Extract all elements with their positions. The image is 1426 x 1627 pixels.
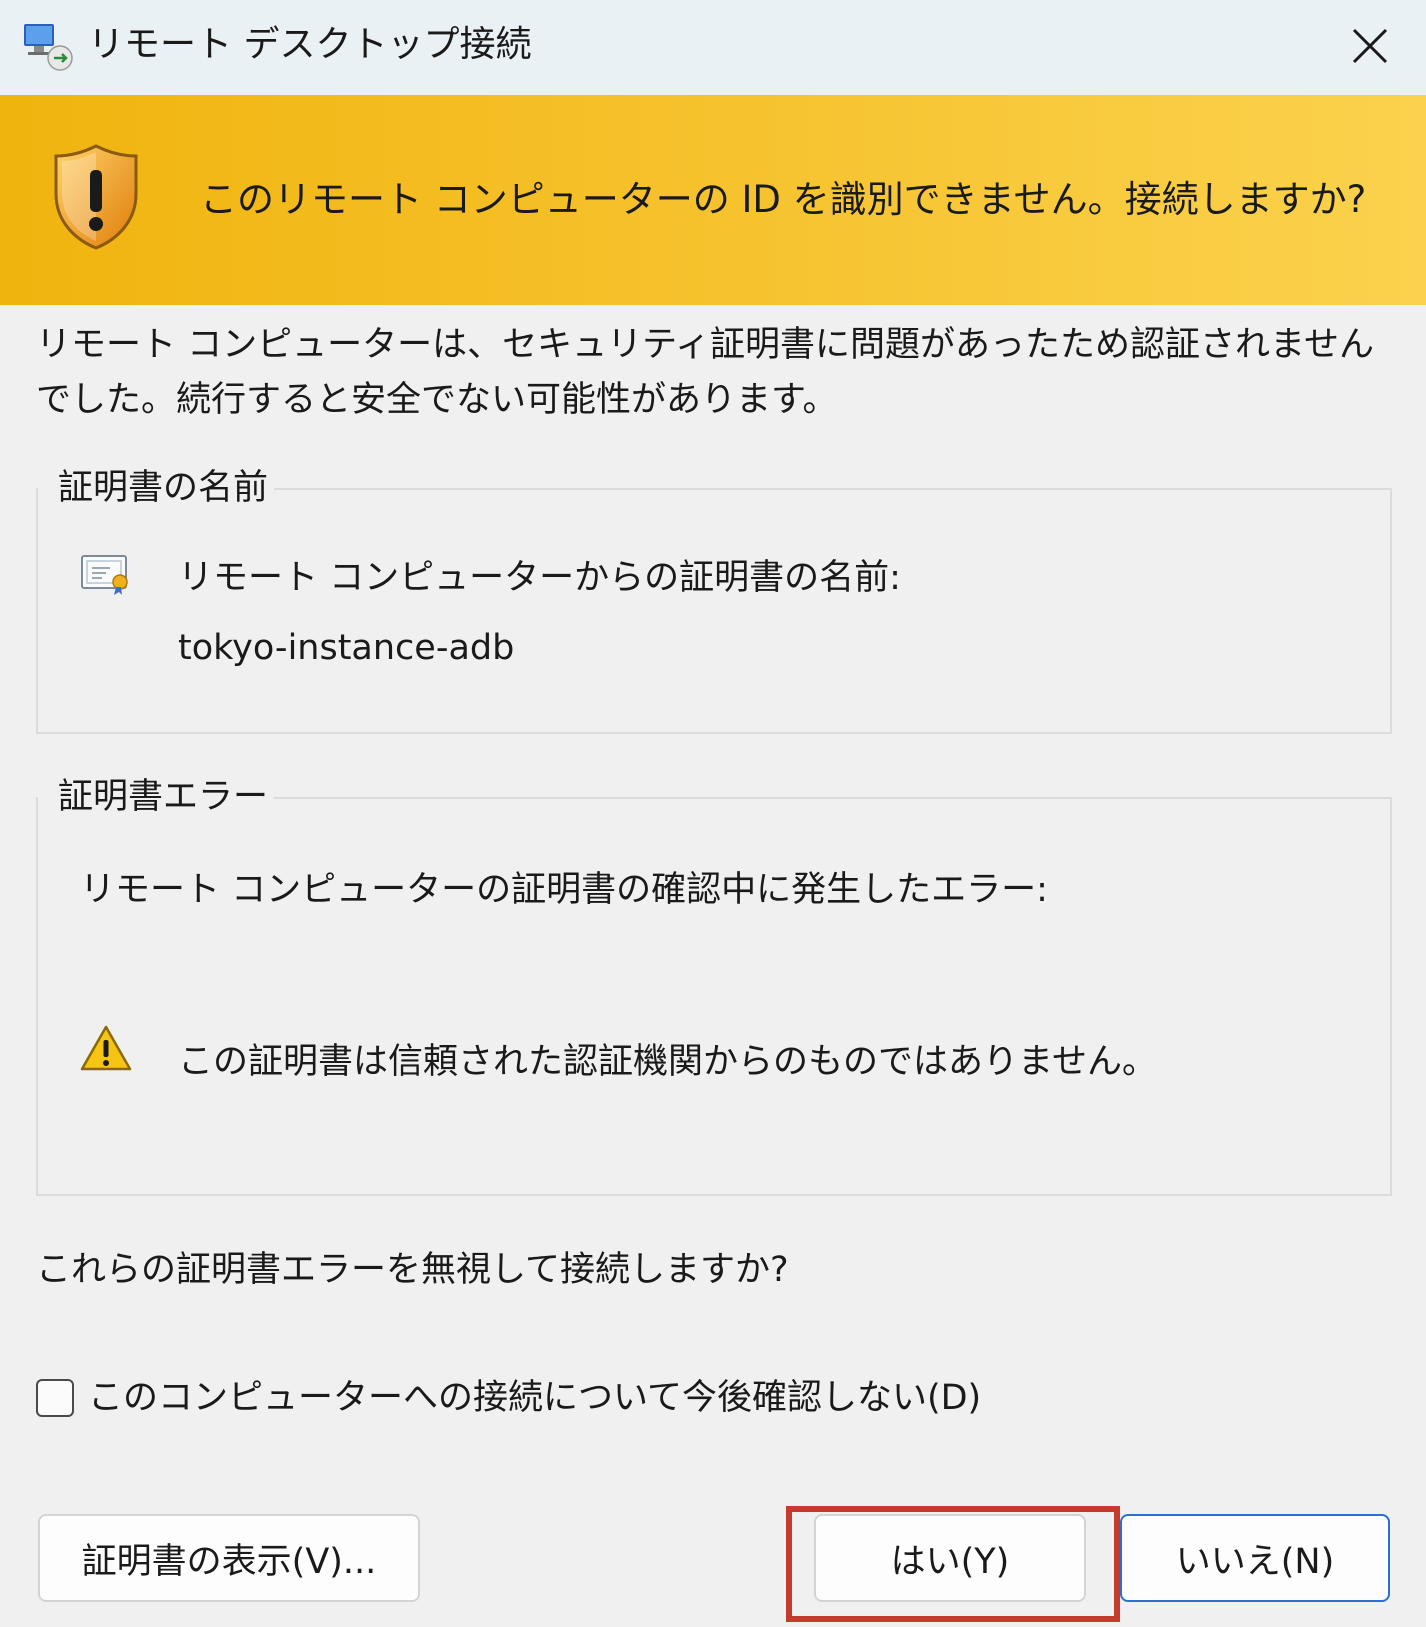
cert-name-value: tokyo-instance-adb xyxy=(178,628,515,668)
description-text: リモート コンピューターは、セキュリティ証明書に問題があったため認証されませんで… xyxy=(36,325,1374,420)
banner-message: このリモート コンピューターの ID を識別できません。接続しますか? xyxy=(200,178,1367,221)
certificate-icon xyxy=(81,555,128,595)
cert-error-message: この証明書は信頼された認証機関からのものではありません。 xyxy=(178,1042,1157,1082)
rdp-certificate-dialog: リモート デスクトップ接続 このリモート コンピューターの ID を識別できませ… xyxy=(0,0,1426,1627)
dont-ask-again-option[interactable]: このコンピューターへの接続について今後確認しない(D) xyxy=(36,1374,981,1422)
view-certificate-button[interactable]: 証明書の表示(V)... xyxy=(38,1514,420,1602)
shield-warning-icon xyxy=(54,144,138,250)
window-title: リモート デスクトップ接続 xyxy=(88,24,532,65)
close-icon xyxy=(1352,28,1388,64)
dont-ask-again-label[interactable]: このコンピューターへの接続について今後確認しない(D) xyxy=(88,1374,981,1422)
cert-error-intro: リモート コンピューターの証明書の確認中に発生したエラー: xyxy=(80,870,1048,910)
cert-name-group-label: 証明書の名前 xyxy=(38,466,275,510)
dont-ask-again-checkbox[interactable] xyxy=(36,1379,74,1417)
cert-name-group xyxy=(36,488,1392,734)
no-button[interactable]: いいえ(N) xyxy=(1120,1514,1390,1602)
cert-name-caption: リモート コンピューターからの証明書の名前: xyxy=(178,558,901,598)
warning-triangle-icon xyxy=(80,1025,132,1071)
remote-desktop-icon xyxy=(24,24,73,71)
ignore-errors-question: これらの証明書エラーを無視して接続しますか? xyxy=(36,1250,789,1290)
yes-button[interactable]: はい(Y) xyxy=(814,1514,1086,1602)
cert-error-group-label: 証明書エラー xyxy=(38,775,275,819)
close-button[interactable] xyxy=(1330,14,1410,78)
title-bar: リモート デスクトップ接続 xyxy=(0,0,1426,95)
cert-error-group xyxy=(36,797,1392,1196)
